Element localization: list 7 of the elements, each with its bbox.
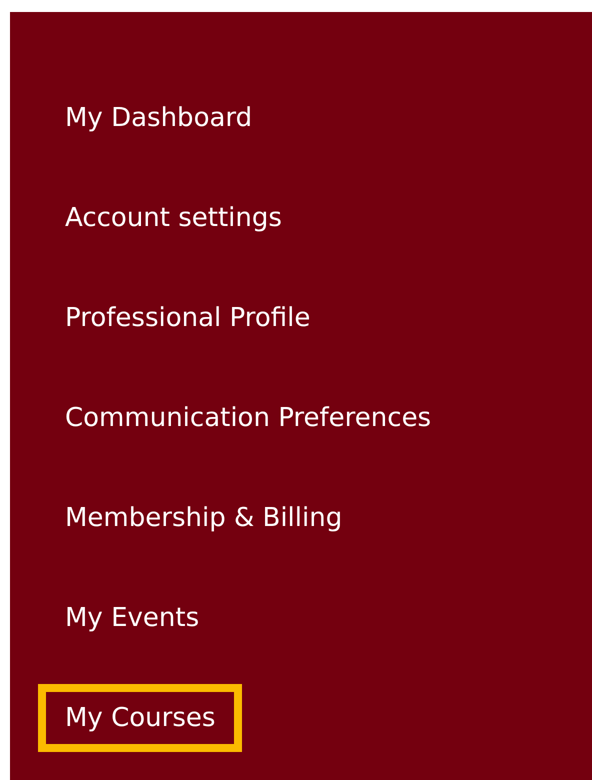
sidebar-link[interactable]: Membership & Billing bbox=[38, 484, 370, 552]
sidebar-link[interactable]: My Events bbox=[38, 584, 226, 652]
sidebar-link[interactable]: Communication Preferences bbox=[38, 384, 458, 452]
sidebar-link[interactable]: My Courses bbox=[38, 684, 242, 752]
sidebar-link[interactable]: My Dashboard bbox=[38, 84, 280, 152]
sidebar-link[interactable]: Account settings bbox=[38, 184, 309, 252]
sidebar-link[interactable]: Professional Profile bbox=[38, 284, 338, 352]
